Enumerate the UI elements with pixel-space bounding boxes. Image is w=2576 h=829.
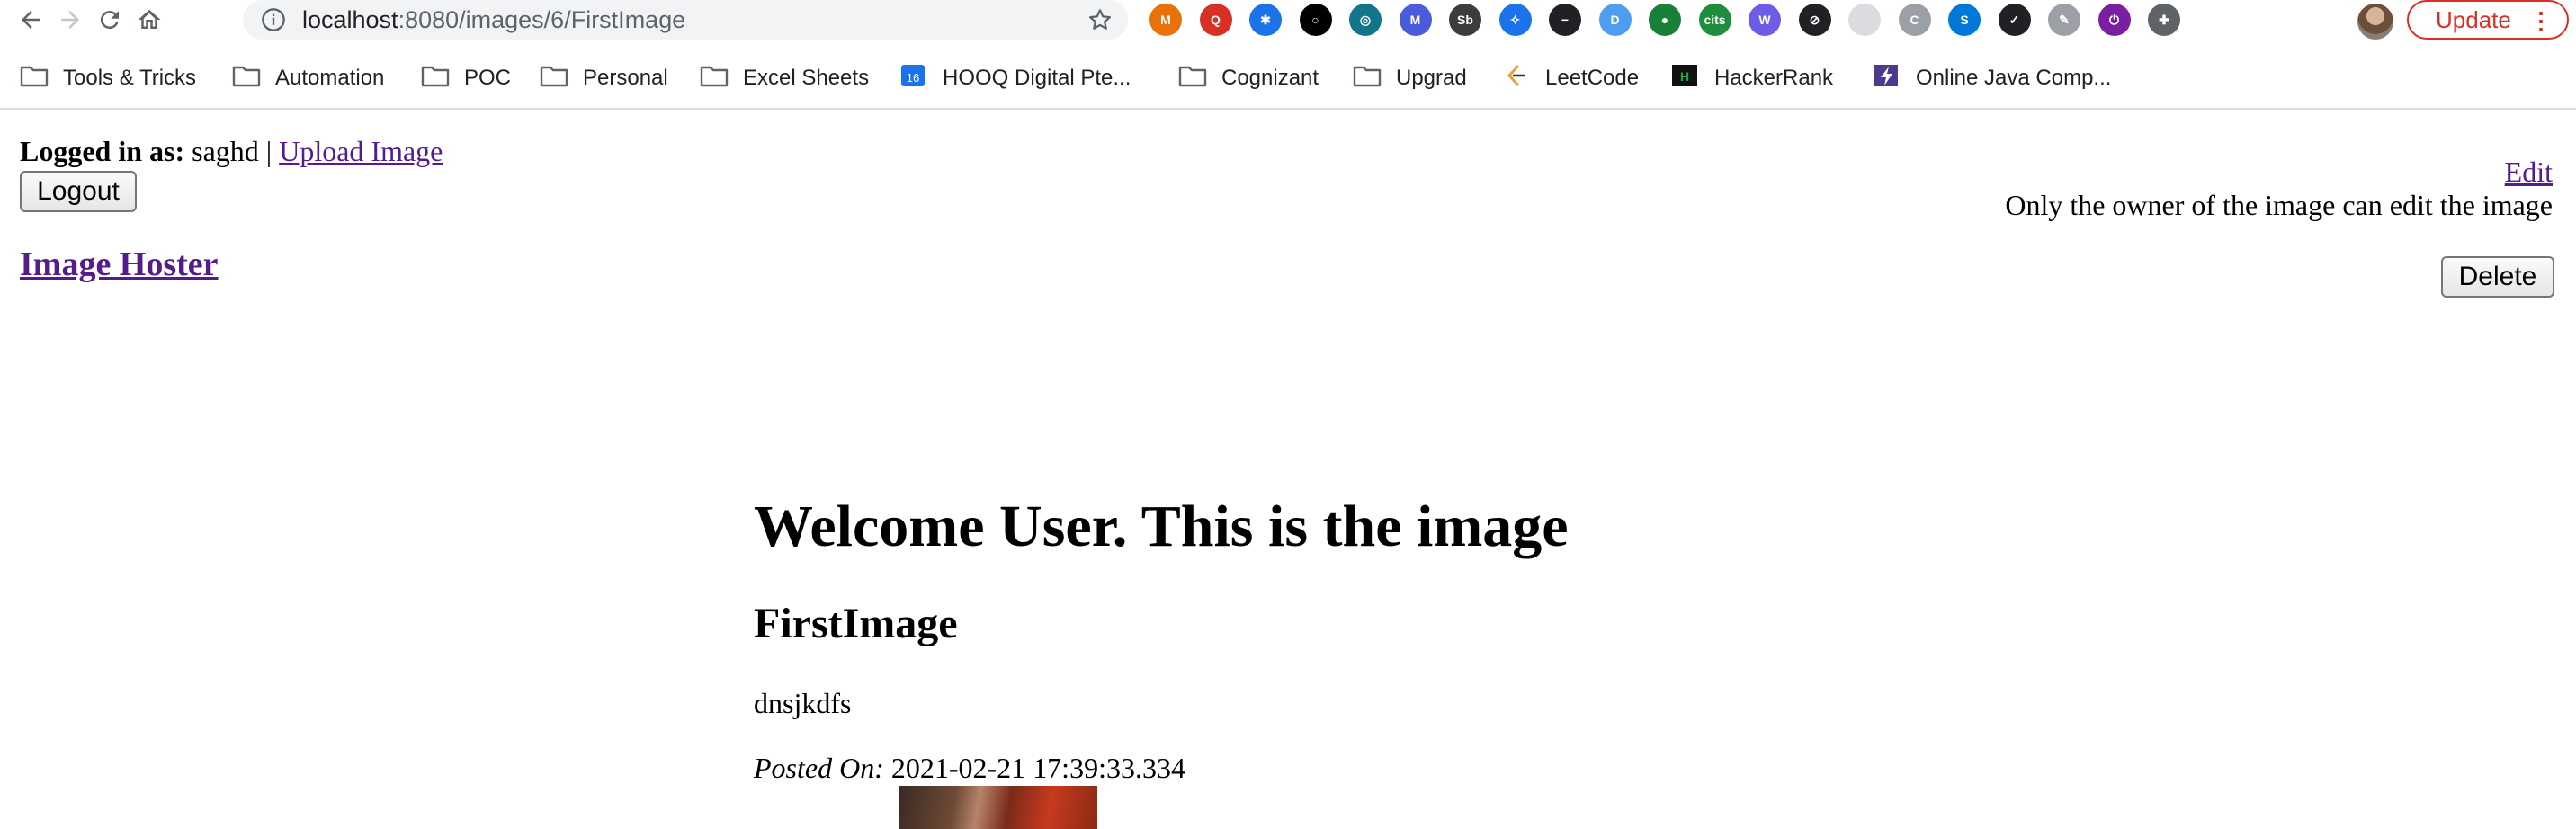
grey-square-icon[interactable] — [1848, 4, 1881, 36]
skype-icon[interactable]: S — [1948, 4, 1981, 36]
forward-button[interactable] — [50, 0, 90, 40]
update-label: Update — [2436, 5, 2511, 33]
edit-link[interactable]: Edit — [2505, 156, 2553, 189]
bookmark-label: Cognizant — [1221, 66, 1319, 90]
bookmark-item[interactable]: H HackerRank — [1671, 59, 1833, 97]
chrome-divider — [0, 108, 2576, 110]
bookmark-item[interactable]: Cognizant — [1178, 59, 1319, 97]
home-button[interactable] — [130, 0, 169, 40]
upload-image-link[interactable]: Upload Image — [279, 135, 443, 167]
posted-on-date: 2021-02-21 17:39:33.334 — [890, 752, 1185, 784]
folder-icon — [232, 64, 275, 94]
bookmark-label: Tools & Tricks — [63, 66, 197, 90]
bookmark-label: Excel Sheets — [743, 66, 870, 90]
compass-icon[interactable]: ✧ — [1498, 4, 1532, 36]
bookmark-item[interactable]: LeetCode — [1502, 59, 1639, 97]
eye-slash-icon[interactable]: ⊘ — [1798, 4, 1831, 36]
minus-circle-icon[interactable]: − — [1549, 4, 1581, 36]
bookmark-label: POC — [464, 66, 512, 90]
bookmark-label: Online Java Comp... — [1916, 66, 2112, 90]
edit-permission-note: Only the owner of the image can edit the… — [2005, 189, 2553, 221]
bookmark-item[interactable]: POC — [421, 59, 511, 97]
lightning-icon — [1873, 64, 1916, 94]
bookmark-label: HackerRank — [1714, 66, 1834, 90]
calendar-icon: 16 — [899, 64, 943, 94]
bookmark-label: Automation — [275, 66, 385, 90]
circle-icon[interactable]: ○ — [1299, 4, 1332, 36]
bookmark-item[interactable]: Upgrad — [1353, 59, 1467, 97]
bookmark-label: HOOQ Digital Pte... — [943, 66, 1131, 90]
bookmark-label: Upgrad — [1396, 66, 1467, 90]
m-icon[interactable]: M — [1149, 4, 1182, 36]
profile-avatar[interactable] — [2357, 4, 2393, 40]
arrow-right-icon — [61, 11, 79, 29]
svg-text:16: 16 — [907, 71, 919, 85]
folder-icon — [540, 64, 583, 94]
folder-icon — [1178, 64, 1221, 94]
aperture-icon[interactable]: ◎ — [1349, 4, 1382, 36]
logged-in-label: Logged in as: — [20, 135, 185, 167]
bookmark-label: LeetCode — [1545, 66, 1640, 90]
delete-button[interactable]: Delete — [2441, 256, 2554, 298]
m-badge-icon[interactable]: M — [1399, 4, 1432, 36]
image-title: FirstImage — [754, 600, 958, 647]
power-icon[interactable]: ⏻ — [2097, 4, 2131, 36]
page-title: Welcome User. This is the image — [754, 494, 1569, 559]
bookmark-label: Personal — [583, 66, 668, 90]
browser-toolbar: localhost:8080/images/6/FirstImage M Q ✱ ○ ◎… — [0, 0, 2576, 40]
folder-icon — [700, 64, 743, 94]
info-icon — [262, 8, 285, 31]
bug-icon[interactable]: ✱ — [1249, 4, 1282, 36]
logout-button[interactable]: Logout — [20, 171, 137, 212]
arrow-left-icon — [22, 11, 40, 29]
posted-on-label: Posted On: — [754, 752, 884, 784]
checkbox-icon[interactable]: ✓ — [1998, 4, 2031, 36]
bookmarks-bar: Tools & Tricks Automation POC Personal Excel… — [0, 59, 2576, 97]
home-icon — [138, 9, 161, 29]
d-icon[interactable]: D — [1598, 4, 1632, 36]
bookmark-item[interactable]: Personal — [540, 59, 668, 97]
url-path: :8080/images/6/FirstImage — [398, 5, 686, 33]
separator: | — [265, 135, 273, 167]
bookmark-item[interactable]: 16 HOOQ Digital Pte... — [899, 59, 1131, 97]
folder-icon — [20, 64, 63, 94]
hackerrank-icon: H — [1671, 64, 1714, 94]
c-icon[interactable]: C — [1898, 4, 1931, 36]
sb-icon[interactable]: Sb — [1449, 4, 1481, 36]
bookmark-item[interactable]: Automation — [232, 59, 384, 97]
address-bar[interactable]: localhost:8080/images/6/FirstImage — [243, 0, 1128, 40]
url-host: localhost — [302, 5, 398, 33]
cits-icon[interactable]: cits — [1698, 4, 1731, 36]
bookmark-item[interactable]: Online Java Comp... — [1873, 59, 2111, 97]
quickbooks-icon[interactable]: Q — [1199, 4, 1232, 36]
image-description: dnsjkdfs — [754, 687, 852, 719]
uploaded-image — [899, 786, 1097, 829]
posted-on: Posted On: 2021-02-21 17:39:33.334 — [754, 752, 1185, 785]
back-button[interactable] — [11, 0, 50, 40]
leetcode-icon — [1502, 64, 1545, 94]
brand-link[interactable]: Image Hoster — [20, 245, 219, 284]
extensions-row: M Q ✱ ○ ◎ M Sb ✧ − D ● cits W ⊘ C S ✓ ✎ ⏻ ✚ — [1149, 0, 2198, 40]
folder-icon — [421, 64, 464, 94]
web-icon[interactable]: W — [1749, 4, 1781, 36]
bookmark-item[interactable]: Tools & Tricks — [20, 59, 196, 97]
svg-text:H: H — [1680, 69, 1689, 84]
folder-icon — [1353, 64, 1396, 94]
reload-button[interactable] — [90, 0, 130, 40]
username: saghd — [192, 135, 259, 167]
chat-bubble-icon[interactable]: ● — [1649, 4, 1681, 36]
login-status: Logged in as: saghd | Upload Image — [20, 135, 443, 168]
update-button[interactable]: Update ⋮ — [2407, 0, 2569, 40]
more-menu-icon[interactable]: ⋮ — [2529, 7, 2553, 35]
edge-icon[interactable]: ✎ — [2048, 4, 2080, 36]
reload-icon — [100, 11, 119, 30]
puzzle-icon[interactable]: ✚ — [2148, 4, 2180, 36]
bookmark-item[interactable]: Excel Sheets — [700, 59, 869, 97]
bookmark-star-icon[interactable] — [1087, 6, 1114, 33]
